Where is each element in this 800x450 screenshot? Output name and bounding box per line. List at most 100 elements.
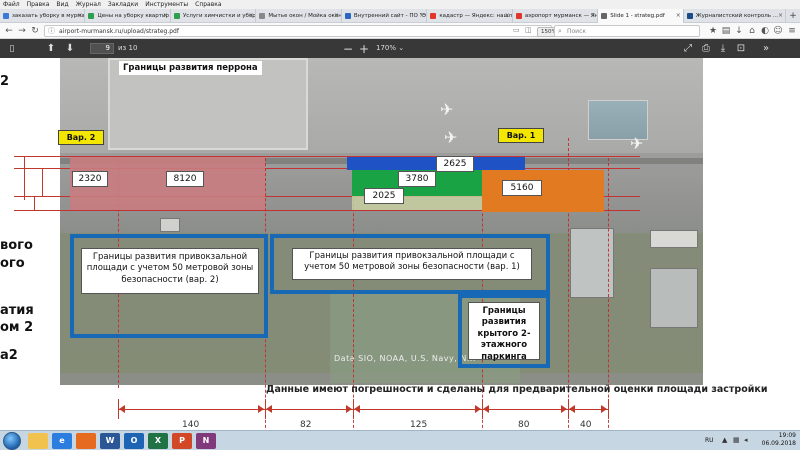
library-icon[interactable]: ▤ [720,25,732,37]
browser-tab[interactable]: заказать уборку в мурманс...× [0,9,86,23]
tab-favicon-icon [430,13,437,19]
browser-tab[interactable]: Услуги химчистки и уборк... × [171,9,257,23]
extension-icon[interactable]: ◐ [759,25,771,37]
left-label: 2 [0,74,10,89]
onenote-icon[interactable]: N [196,433,216,449]
volume-icon[interactable]: ◂ [744,436,748,444]
start-button[interactable] [3,432,21,450]
tab-label: заказать уборку в мурманс... [12,13,85,19]
tab-close-icon[interactable]: × [590,9,595,23]
page-number-input[interactable]: 9 [90,43,114,54]
outlook-icon[interactable]: O [124,433,144,449]
boundary-label-var1: Границы развития привокзальной площади с… [292,248,532,280]
tools-icon[interactable]: » [760,43,772,55]
tab-favicon-icon [259,13,266,19]
browser-tab[interactable]: Мытье окон / Мойка окон ... × [256,9,342,23]
bookmark-list-icon[interactable]: ★ [707,25,719,37]
tab-favicon-icon [88,13,95,19]
area-value-2025: 2025 [364,188,404,204]
clock[interactable]: 19:09 06.09.2018 [762,432,796,448]
current-view-icon[interactable]: ⊡ [735,43,747,55]
home-icon[interactable]: ⌂ [746,25,758,37]
back-icon[interactable]: ← [3,25,15,37]
tab-close-icon[interactable]: × [163,9,168,23]
reload-icon[interactable]: ↻ [29,25,41,37]
search-icon: ⌕ [558,27,562,35]
browser-tab[interactable]: Журналистский контроль ... × [684,9,787,23]
menu-icon[interactable]: ≡ [786,25,798,37]
menu-history[interactable]: Журнал [76,0,101,9]
search-input[interactable]: ⌕ Поиск [554,25,700,37]
menu-file[interactable]: Файл [3,0,20,9]
browser-tab[interactable]: Slide 1 - strateg.pdf × [598,9,684,23]
tab-close-icon[interactable]: × [77,9,82,23]
url-text: airport-murmansk.ru/upload/strateg.pdf [59,28,179,35]
forward-icon[interactable]: → [16,25,28,37]
explorer-icon[interactable] [28,433,48,449]
menu-bookmarks[interactable]: Закладки [108,0,138,9]
dimension-80: 80 [518,420,530,430]
slide-left-text: 2 вого ого атия ом 2 а2 [0,58,60,430]
browser-tab[interactable]: кадастр — Яндекс: нашлос...× [427,9,513,23]
tab-close-icon[interactable]: × [419,9,424,23]
ie-icon[interactable]: e [52,433,72,449]
sync-icon[interactable]: ☺ [772,25,784,37]
dimension-arrow [569,405,575,413]
height-marker [42,168,43,196]
dimension-40: 40 [580,420,592,430]
menu-tools[interactable]: Инструменты [145,0,188,9]
dimension-arrow [119,405,125,413]
word-icon[interactable]: W [100,433,120,449]
variant-2-label: Вар. 2 [58,130,104,145]
address-bar[interactable]: ⓘ airport-murmansk.ru/upload/strateg.pdf… [44,25,580,37]
excel-icon[interactable]: X [148,433,168,449]
screen: Файл Правка Вид Журнал Закладки Инструме… [0,0,800,450]
dimension-140: 140 [182,420,200,430]
previous-page-icon[interactable]: ⬆ [45,43,57,55]
tab-close-icon[interactable]: × [676,9,681,23]
pdf-page: 2 вого ого атия ом 2 а2 ✈ ✈ ✈ Data SIO, … [0,58,800,448]
browser-tab[interactable]: Цены на уборку квартир в ...× [85,9,171,23]
tab-label: Мытье окон / Мойка окон ... [268,13,342,19]
zoom-select[interactable]: 170% ⌄ [376,44,404,52]
network-icon[interactable]: ▦ [733,436,740,444]
sidebar-toggle-icon[interactable]: ▯ [6,43,18,55]
boundary-label-var2: Границы развития привокзальной площади с… [81,248,259,294]
tab-close-icon[interactable]: × [505,9,510,23]
info-icon[interactable]: ⓘ [48,27,55,36]
dimension-arrow [601,405,607,413]
reader-icon[interactable]: ▭ [513,26,520,34]
downloads-icon[interactable]: ↓ [733,25,745,37]
tab-label: Внутренний сайт - ПО "Энерг... [353,13,426,19]
accuracy-note: Данные имеют погрешности и сделаны для п… [266,384,768,395]
zoom-in-button[interactable]: + [358,43,370,55]
airplane-icon: ✈ [630,134,644,153]
tab-close-icon[interactable]: × [248,9,253,23]
building [160,218,180,232]
browser-tab[interactable]: Внутренний сайт - ПО "Энерг...× [342,9,428,23]
tab-label: кадастр — Яндекс: нашлос... [439,13,512,19]
print-icon[interactable]: ⎙ [700,43,712,55]
area-value-2625: 2625 [436,156,474,172]
dimension-tick [608,399,609,419]
clock-date: 06.09.2018 [761,440,796,447]
zoom-out-button[interactable]: − [342,43,354,55]
browser-tab[interactable]: аэропорт мурманск — Янд...× [513,9,599,23]
tab-close-icon[interactable]: × [778,9,783,23]
powerpoint-icon[interactable]: P [172,433,192,449]
menu-view[interactable]: Вид [56,0,68,9]
language-indicator[interactable]: RU [705,437,714,444]
firefox-icon[interactable] [76,433,96,449]
presentation-mode-icon[interactable]: ⤢ [682,43,694,55]
next-page-icon[interactable]: ⬇ [64,43,76,55]
menu-help[interactable]: Справка [195,0,221,9]
menu-edit[interactable]: Правка [27,0,50,9]
new-tab-icon[interactable]: + [786,9,800,23]
height-tick [14,196,64,197]
imagery-watermark: Data SIO, NOAA, U.S. Navy, N... [334,354,476,363]
pocket-icon[interactable]: ◫ [525,26,532,34]
tab-close-icon[interactable]: × [334,9,339,23]
orange-zone [482,170,604,212]
download-icon[interactable]: ⤓ [717,43,729,55]
tray-arrow-icon[interactable]: ▲ [722,436,727,444]
